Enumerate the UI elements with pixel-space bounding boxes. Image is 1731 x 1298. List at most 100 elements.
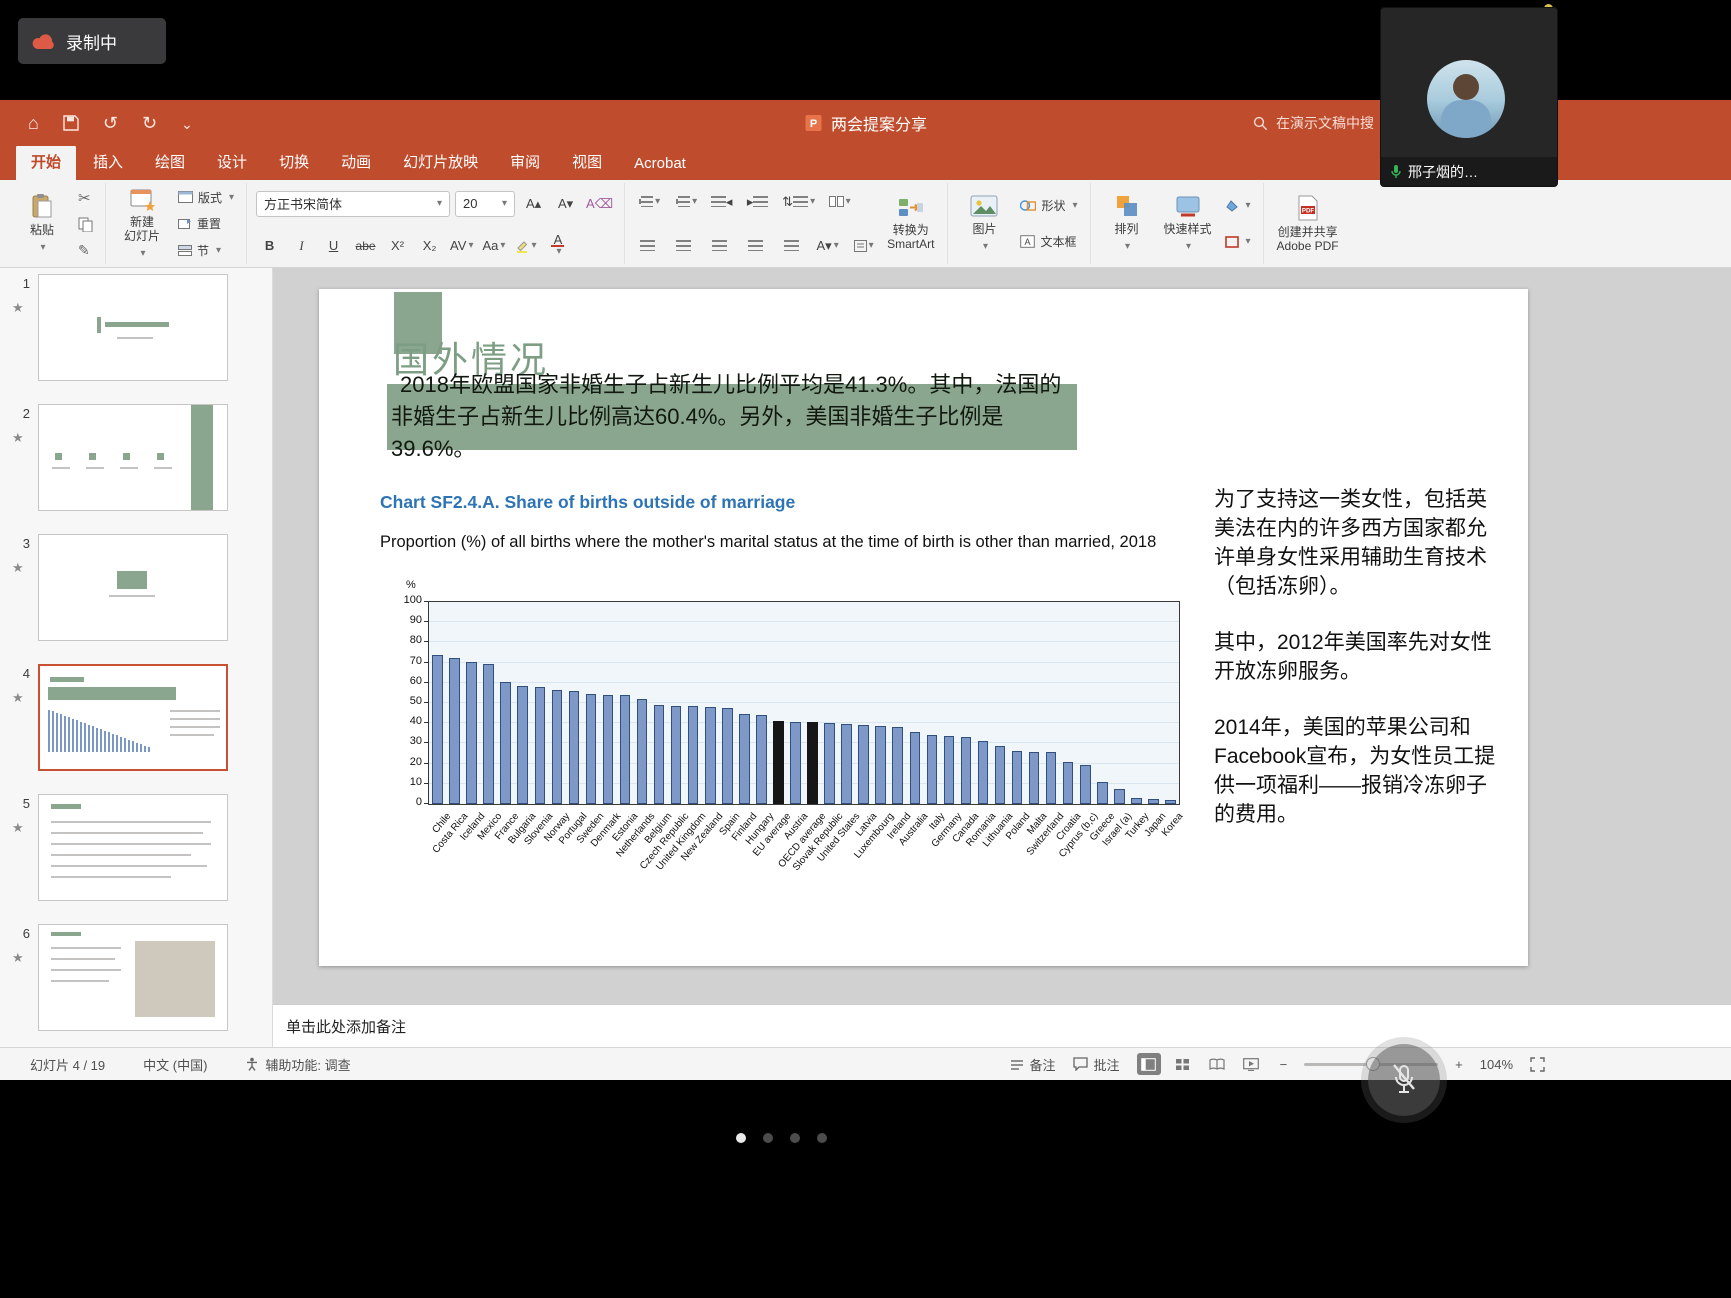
tab-10[interactable]: Acrobat	[619, 148, 701, 180]
picture-button[interactable]: 图片	[957, 192, 1011, 256]
font-name-combo[interactable]: 方正书宋简体	[256, 191, 450, 217]
language-indicator[interactable]: 中文 (中国)	[143, 1055, 207, 1074]
quick-styles-button[interactable]: 快速样式	[1160, 192, 1216, 256]
superscript-button[interactable]: X²	[384, 235, 411, 257]
notes-pane[interactable]: 单击此处添加备注	[273, 1004, 1731, 1047]
tab-1[interactable]: 开始	[16, 144, 76, 180]
bar-chart[interactable]: % 0102030405060708090100 ChileCosta Rica…	[380, 561, 1210, 871]
home-icon[interactable]	[28, 113, 39, 134]
distribute-icon[interactable]	[778, 235, 805, 257]
search-field[interactable]: 在演示文稿中搜	[1253, 113, 1374, 133]
align-text-icon[interactable]	[850, 235, 877, 257]
copy-icon[interactable]	[75, 216, 96, 233]
chart-title[interactable]: Chart SF2.4.A. Share of births outside o…	[380, 492, 795, 513]
shape-outline-icon[interactable]	[1222, 235, 1254, 249]
bullets-icon[interactable]	[634, 191, 662, 213]
indicator-dot-4[interactable]	[817, 1133, 827, 1143]
convert-smartart-button[interactable]: 转换为SmartArt	[883, 195, 938, 253]
slide-sorter-view-button[interactable]	[1171, 1053, 1195, 1075]
redo-icon[interactable]	[142, 113, 157, 134]
fit-slide-button[interactable]	[1530, 1057, 1545, 1072]
shrink-font-icon[interactable]: A▾	[552, 193, 579, 215]
font-color-button[interactable]: A	[544, 235, 571, 257]
tab-2[interactable]: 插入	[78, 144, 138, 180]
shapes-button[interactable]: 形状	[1017, 196, 1080, 215]
zoom-out-button[interactable]: −	[1280, 1057, 1288, 1072]
slide-thumbnail-2[interactable]	[38, 404, 228, 511]
arrange-button[interactable]: 排列	[1100, 192, 1154, 256]
slide-thumbnail-1[interactable]	[38, 274, 228, 381]
underline-button[interactable]: U	[320, 235, 347, 257]
tab-6[interactable]: 动画	[326, 144, 386, 180]
character-spacing-button[interactable]: AV	[448, 235, 475, 257]
reset-button[interactable]: 重置	[175, 214, 237, 233]
chart-subtitle[interactable]: Proportion (%) of all births where the m…	[380, 533, 1156, 552]
participant-name: 邢子烟的…	[1408, 162, 1478, 182]
mic-muted-button[interactable]	[1368, 1044, 1440, 1116]
cut-icon[interactable]: ✂	[75, 188, 96, 208]
indicator-dot-2[interactable]	[763, 1133, 773, 1143]
subscript-button[interactable]: X₂	[416, 235, 443, 257]
shape-fill-icon[interactable]	[1222, 199, 1254, 213]
chart-bar	[841, 724, 852, 804]
create-pdf-button[interactable]: PDF 创建并共享Adobe PDF	[1273, 193, 1343, 255]
comments-toggle[interactable]: 批注	[1073, 1055, 1120, 1074]
highlight-color-icon[interactable]	[512, 235, 539, 257]
align-center-icon[interactable]	[670, 235, 697, 257]
side-textbox[interactable]: 为了支持这一类女性，包括英美法在内的许多西方国家都允许单身女性采用辅助生育技术（…	[1214, 485, 1506, 856]
undo-icon[interactable]	[103, 113, 118, 134]
slide-thumbnail-6[interactable]	[38, 924, 228, 1031]
tab-7[interactable]: 幻灯片放映	[388, 144, 493, 180]
tab-9[interactable]: 视图	[557, 144, 617, 180]
change-case-button[interactable]: Aa	[480, 235, 507, 257]
increase-indent-icon[interactable]: ▸	[744, 191, 771, 213]
columns-icon[interactable]	[826, 191, 853, 213]
justify-icon[interactable]	[742, 235, 769, 257]
notes-toggle[interactable]: 备注	[1010, 1055, 1056, 1074]
recording-badge[interactable]: 录制中	[18, 18, 166, 64]
layout-button[interactable]: 版式	[175, 188, 237, 207]
slide-counter[interactable]: 幻灯片 4 / 19	[30, 1055, 105, 1074]
strikethrough-button[interactable]: abe	[352, 235, 379, 257]
indicator-dot-3[interactable]	[790, 1133, 800, 1143]
slide-canvas: 国外情况 2018年欧盟国家非婚生子占新生儿比例平均是41.3%。其中，法国的 …	[273, 268, 1731, 1004]
font-size-combo[interactable]: 20	[455, 191, 515, 217]
clear-formatting-icon[interactable]: A⌫	[584, 193, 615, 215]
customize-toolbar-icon[interactable]	[181, 113, 193, 134]
tab-8[interactable]: 审阅	[495, 144, 555, 180]
normal-view-button[interactable]	[1137, 1053, 1161, 1075]
save-icon[interactable]	[63, 115, 79, 131]
tab-4[interactable]: 设计	[202, 144, 262, 180]
section-button[interactable]: 节	[175, 241, 237, 260]
group-paragraph: ◂ ▸ ⇅ A▾	[625, 183, 948, 264]
align-right-icon[interactable]	[706, 235, 733, 257]
tab-5[interactable]: 切换	[264, 144, 324, 180]
align-left-icon[interactable]	[634, 235, 661, 257]
grow-font-icon[interactable]: A▴	[520, 193, 547, 215]
slideshow-view-button[interactable]	[1239, 1053, 1263, 1075]
highlighted-textbox[interactable]: 2018年欧盟国家非婚生子占新生儿比例平均是41.3%。其中，法国的 非婚生子占…	[387, 384, 1077, 450]
italic-button[interactable]: I	[288, 235, 315, 257]
textbox-button[interactable]: A 文本框	[1017, 232, 1080, 251]
indicator-dot-1[interactable]	[736, 1133, 746, 1143]
chart-bar	[552, 690, 563, 804]
text-direction-icon[interactable]: A▾	[814, 235, 841, 257]
format-painter-icon[interactable]: ✎	[75, 241, 96, 260]
paste-button[interactable]: 粘贴	[15, 191, 69, 257]
zoom-in-button[interactable]: +	[1455, 1057, 1463, 1072]
new-slide-button[interactable]: 新建幻灯片	[115, 185, 169, 263]
line-spacing-icon[interactable]: ⇅	[780, 191, 817, 213]
slide-thumbnail-4[interactable]	[38, 664, 228, 771]
numbering-icon[interactable]	[671, 191, 699, 213]
decrease-indent-icon[interactable]: ◂	[708, 191, 735, 213]
bold-button[interactable]: B	[256, 235, 283, 257]
zoom-percentage[interactable]: 104%	[1480, 1057, 1513, 1072]
accessibility-checker[interactable]: 辅助功能: 调查	[245, 1055, 350, 1074]
slide-thumbnail-5[interactable]	[38, 794, 228, 901]
tab-3[interactable]: 绘图	[140, 144, 200, 180]
participant-video-tile[interactable]: 邢子烟的…	[1381, 8, 1557, 186]
chart-bar	[722, 708, 733, 804]
reading-view-button[interactable]	[1205, 1053, 1229, 1075]
slide-thumbnail-3[interactable]	[38, 534, 228, 641]
chart-bar	[927, 735, 938, 804]
